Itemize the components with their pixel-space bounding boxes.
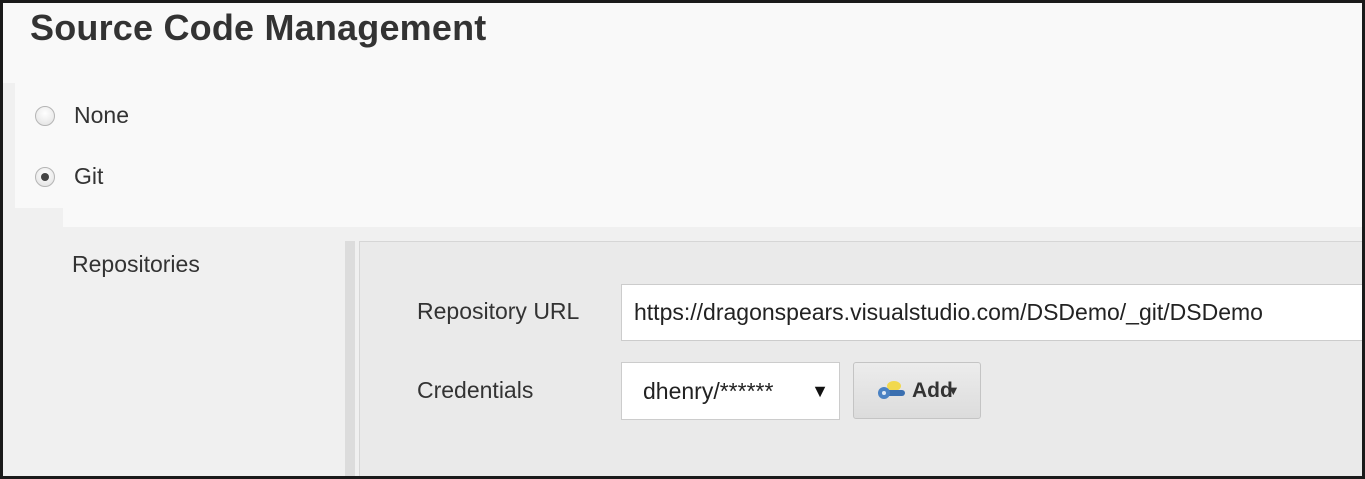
key-icon xyxy=(878,380,905,399)
repositories-divider xyxy=(345,241,355,476)
credentials-selected-value: dhenry/****** xyxy=(643,377,774,404)
git-config-header xyxy=(63,208,1362,227)
repository-panel xyxy=(359,241,1362,476)
repository-url-label: Repository URL xyxy=(417,298,580,324)
radio-label-git: Git xyxy=(74,163,104,189)
radio-git[interactable] xyxy=(35,166,55,187)
dropdown-arrow-icon: ▼ xyxy=(811,380,829,401)
credentials-select[interactable]: dhenry/****** ▼ xyxy=(621,362,840,420)
scm-option-none[interactable]: None xyxy=(35,102,129,129)
scm-option-git[interactable]: Git xyxy=(35,163,103,190)
caret-down-icon: ▼ xyxy=(946,383,960,398)
credentials-label: Credentials xyxy=(417,377,534,403)
scm-panel: Source Code Management None Git Reposito… xyxy=(0,0,1365,479)
section-title: Source Code Management xyxy=(30,7,487,48)
add-credentials-button[interactable]: Add ▼ xyxy=(853,362,981,419)
radio-label-none: None xyxy=(74,102,129,128)
repositories-label: Repositories xyxy=(72,251,200,277)
repository-url-input[interactable] xyxy=(621,284,1362,341)
radio-none[interactable] xyxy=(35,105,55,126)
scm-options-gutter xyxy=(3,83,15,476)
